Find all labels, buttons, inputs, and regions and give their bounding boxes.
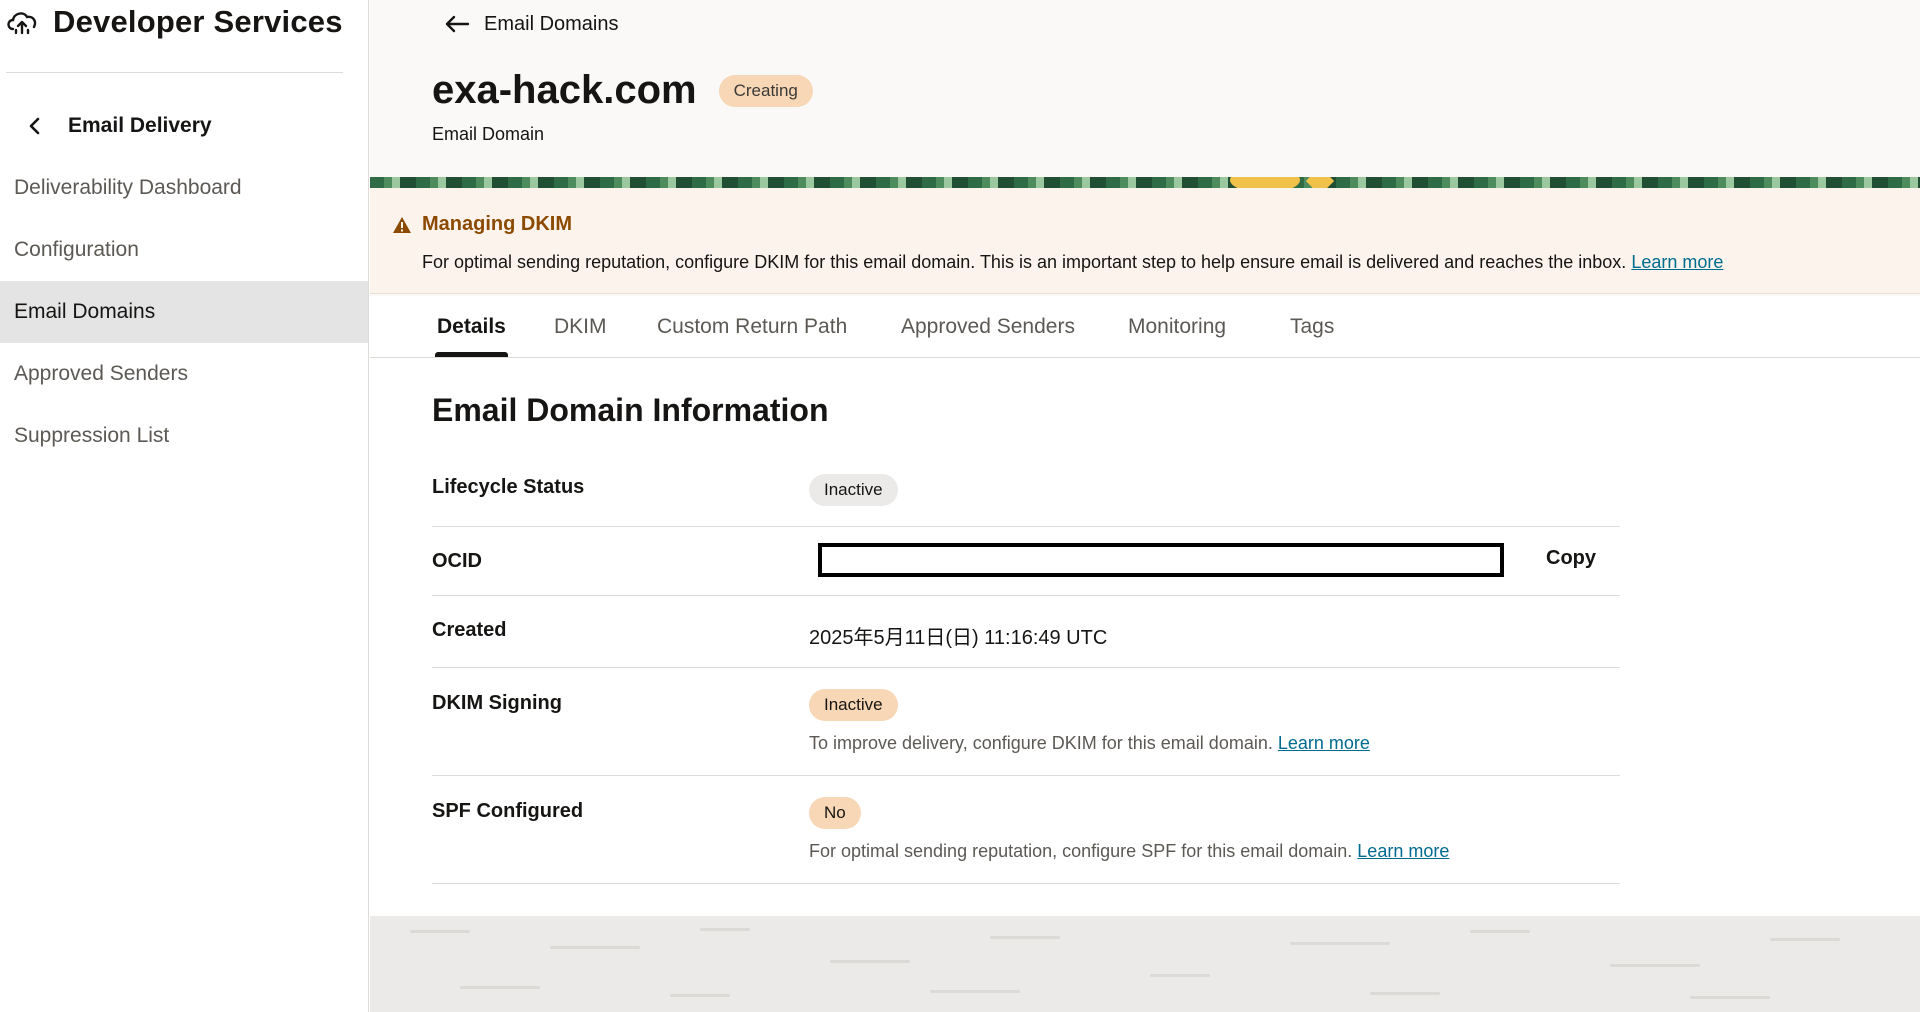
spf-configured-badge: No [809, 797, 861, 829]
tab-dkim[interactable]: DKIM [554, 315, 607, 339]
ocid-value-redacted [818, 543, 1504, 577]
sidebar-item-approved-senders[interactable]: Approved Senders [0, 343, 368, 405]
dkim-signing-value-wrap: Inactive To improve delivery, configure … [809, 689, 1370, 754]
section-title: Email Domain Information [432, 392, 829, 428]
alert-text: For optimal sending reputation, configur… [422, 252, 1627, 272]
texture-mark [1470, 930, 1530, 933]
spf-configured-label: SPF Configured [432, 800, 584, 822]
texture-mark [990, 936, 1060, 939]
texture-mark [670, 994, 730, 997]
dkim-helper-message: To improve delivery, configure DKIM for … [809, 733, 1273, 753]
texture-mark [1150, 974, 1210, 977]
tab-approved-senders[interactable]: Approved Senders [901, 315, 1075, 339]
sidebar-item-suppression-list[interactable]: Suppression List [0, 405, 368, 467]
page-title: exa-hack.com [432, 68, 697, 112]
alert-learn-more-link[interactable]: Learn more [1631, 252, 1723, 272]
email-domains-back-label: Email Domains [484, 12, 619, 35]
decorative-footer-texture [370, 916, 1920, 1012]
texture-mark [410, 930, 470, 933]
banner-decoration [1305, 177, 1335, 188]
tab-details[interactable]: Details [437, 315, 506, 339]
details-panel: Email Domain Information Lifecycle Statu… [370, 358, 1920, 916]
texture-mark [1690, 996, 1770, 999]
sidebar: Developer Services Email Delivery Delive… [0, 0, 369, 1012]
dkim-signing-row: DKIM Signing Inactive To improve deliver… [432, 668, 1620, 776]
warning-icon [393, 217, 411, 233]
brand-divider [6, 72, 343, 73]
dkim-signing-badge: Inactive [809, 689, 898, 721]
ocid-value-area: Copy [432, 543, 1620, 585]
tab-bar: Details DKIM Custom Return Path Approved… [370, 296, 1920, 358]
decorative-banner [370, 177, 1920, 188]
dkim-alert: Managing DKIM For optimal sending reputa… [370, 188, 1920, 294]
sidebar-item-configuration[interactable]: Configuration [0, 219, 368, 281]
tab-tags[interactable]: Tags [1290, 315, 1334, 339]
chevron-left-icon [29, 117, 40, 135]
texture-mark [830, 960, 910, 963]
status-badge: Creating [718, 74, 813, 107]
email-delivery-back-link[interactable]: Email Delivery [0, 108, 212, 144]
lifecycle-status-value-wrap: Inactive [809, 474, 898, 506]
brand: Developer Services [0, 0, 343, 44]
created-value: 2025年5月11日(日) 11:16:49 UTC [809, 627, 1108, 649]
brand-title: Developer Services [53, 4, 343, 39]
tab-custom-return-path[interactable]: Custom Return Path [657, 315, 847, 339]
banner-decoration [1230, 177, 1300, 188]
alert-body: For optimal sending reputation, configur… [422, 252, 1723, 273]
texture-mark [930, 990, 1020, 993]
lifecycle-status-badge: Inactive [809, 474, 898, 506]
texture-mark [460, 986, 540, 989]
sidebar-nav: Deliverability Dashboard Configuration E… [0, 157, 368, 467]
arrow-left-icon [445, 15, 470, 33]
main-content: Email Domains exa-hack.com Creating Emai… [370, 0, 1920, 1012]
texture-mark [1370, 992, 1440, 995]
title-row: exa-hack.com Creating [432, 68, 813, 113]
dkim-helper-text: To improve delivery, configure DKIM for … [809, 733, 1370, 754]
ocid-row: OCID Copy [432, 527, 1620, 596]
spf-configured-value-wrap: No For optimal sending reputation, confi… [809, 797, 1449, 862]
alert-title: Managing DKIM [422, 213, 572, 235]
spf-helper-text: For optimal sending reputation, configur… [809, 841, 1449, 862]
spf-learn-more-link[interactable]: Learn more [1357, 841, 1449, 861]
spf-helper-message: For optimal sending reputation, configur… [809, 841, 1353, 861]
copy-ocid-button[interactable]: Copy [1546, 547, 1596, 570]
dkim-signing-label: DKIM Signing [432, 692, 562, 714]
texture-mark [1770, 938, 1840, 941]
page-subtitle: Email Domain [432, 124, 545, 144]
dkim-learn-more-link[interactable]: Learn more [1278, 733, 1370, 753]
texture-mark [550, 946, 640, 949]
email-delivery-label: Email Delivery [68, 114, 212, 137]
created-label: Created [432, 619, 507, 641]
tab-monitoring[interactable]: Monitoring [1128, 315, 1226, 339]
cloud-upload-icon [7, 12, 37, 35]
lifecycle-status-row: Lifecycle Status Inactive [432, 458, 1620, 527]
created-row: Created 2025年5月11日(日) 11:16:49 UTC [432, 596, 1620, 668]
texture-mark [700, 928, 750, 931]
texture-mark [1290, 942, 1390, 945]
active-tab-indicator [435, 352, 508, 357]
email-domains-back-link[interactable]: Email Domains [444, 8, 618, 40]
spf-configured-row: SPF Configured No For optimal sending re… [432, 776, 1620, 884]
lifecycle-status-label: Lifecycle Status [432, 476, 585, 498]
sidebar-item-email-domains[interactable]: Email Domains [0, 281, 368, 343]
sidebar-item-deliverability-dashboard[interactable]: Deliverability Dashboard [0, 157, 368, 219]
texture-mark [1610, 964, 1700, 967]
